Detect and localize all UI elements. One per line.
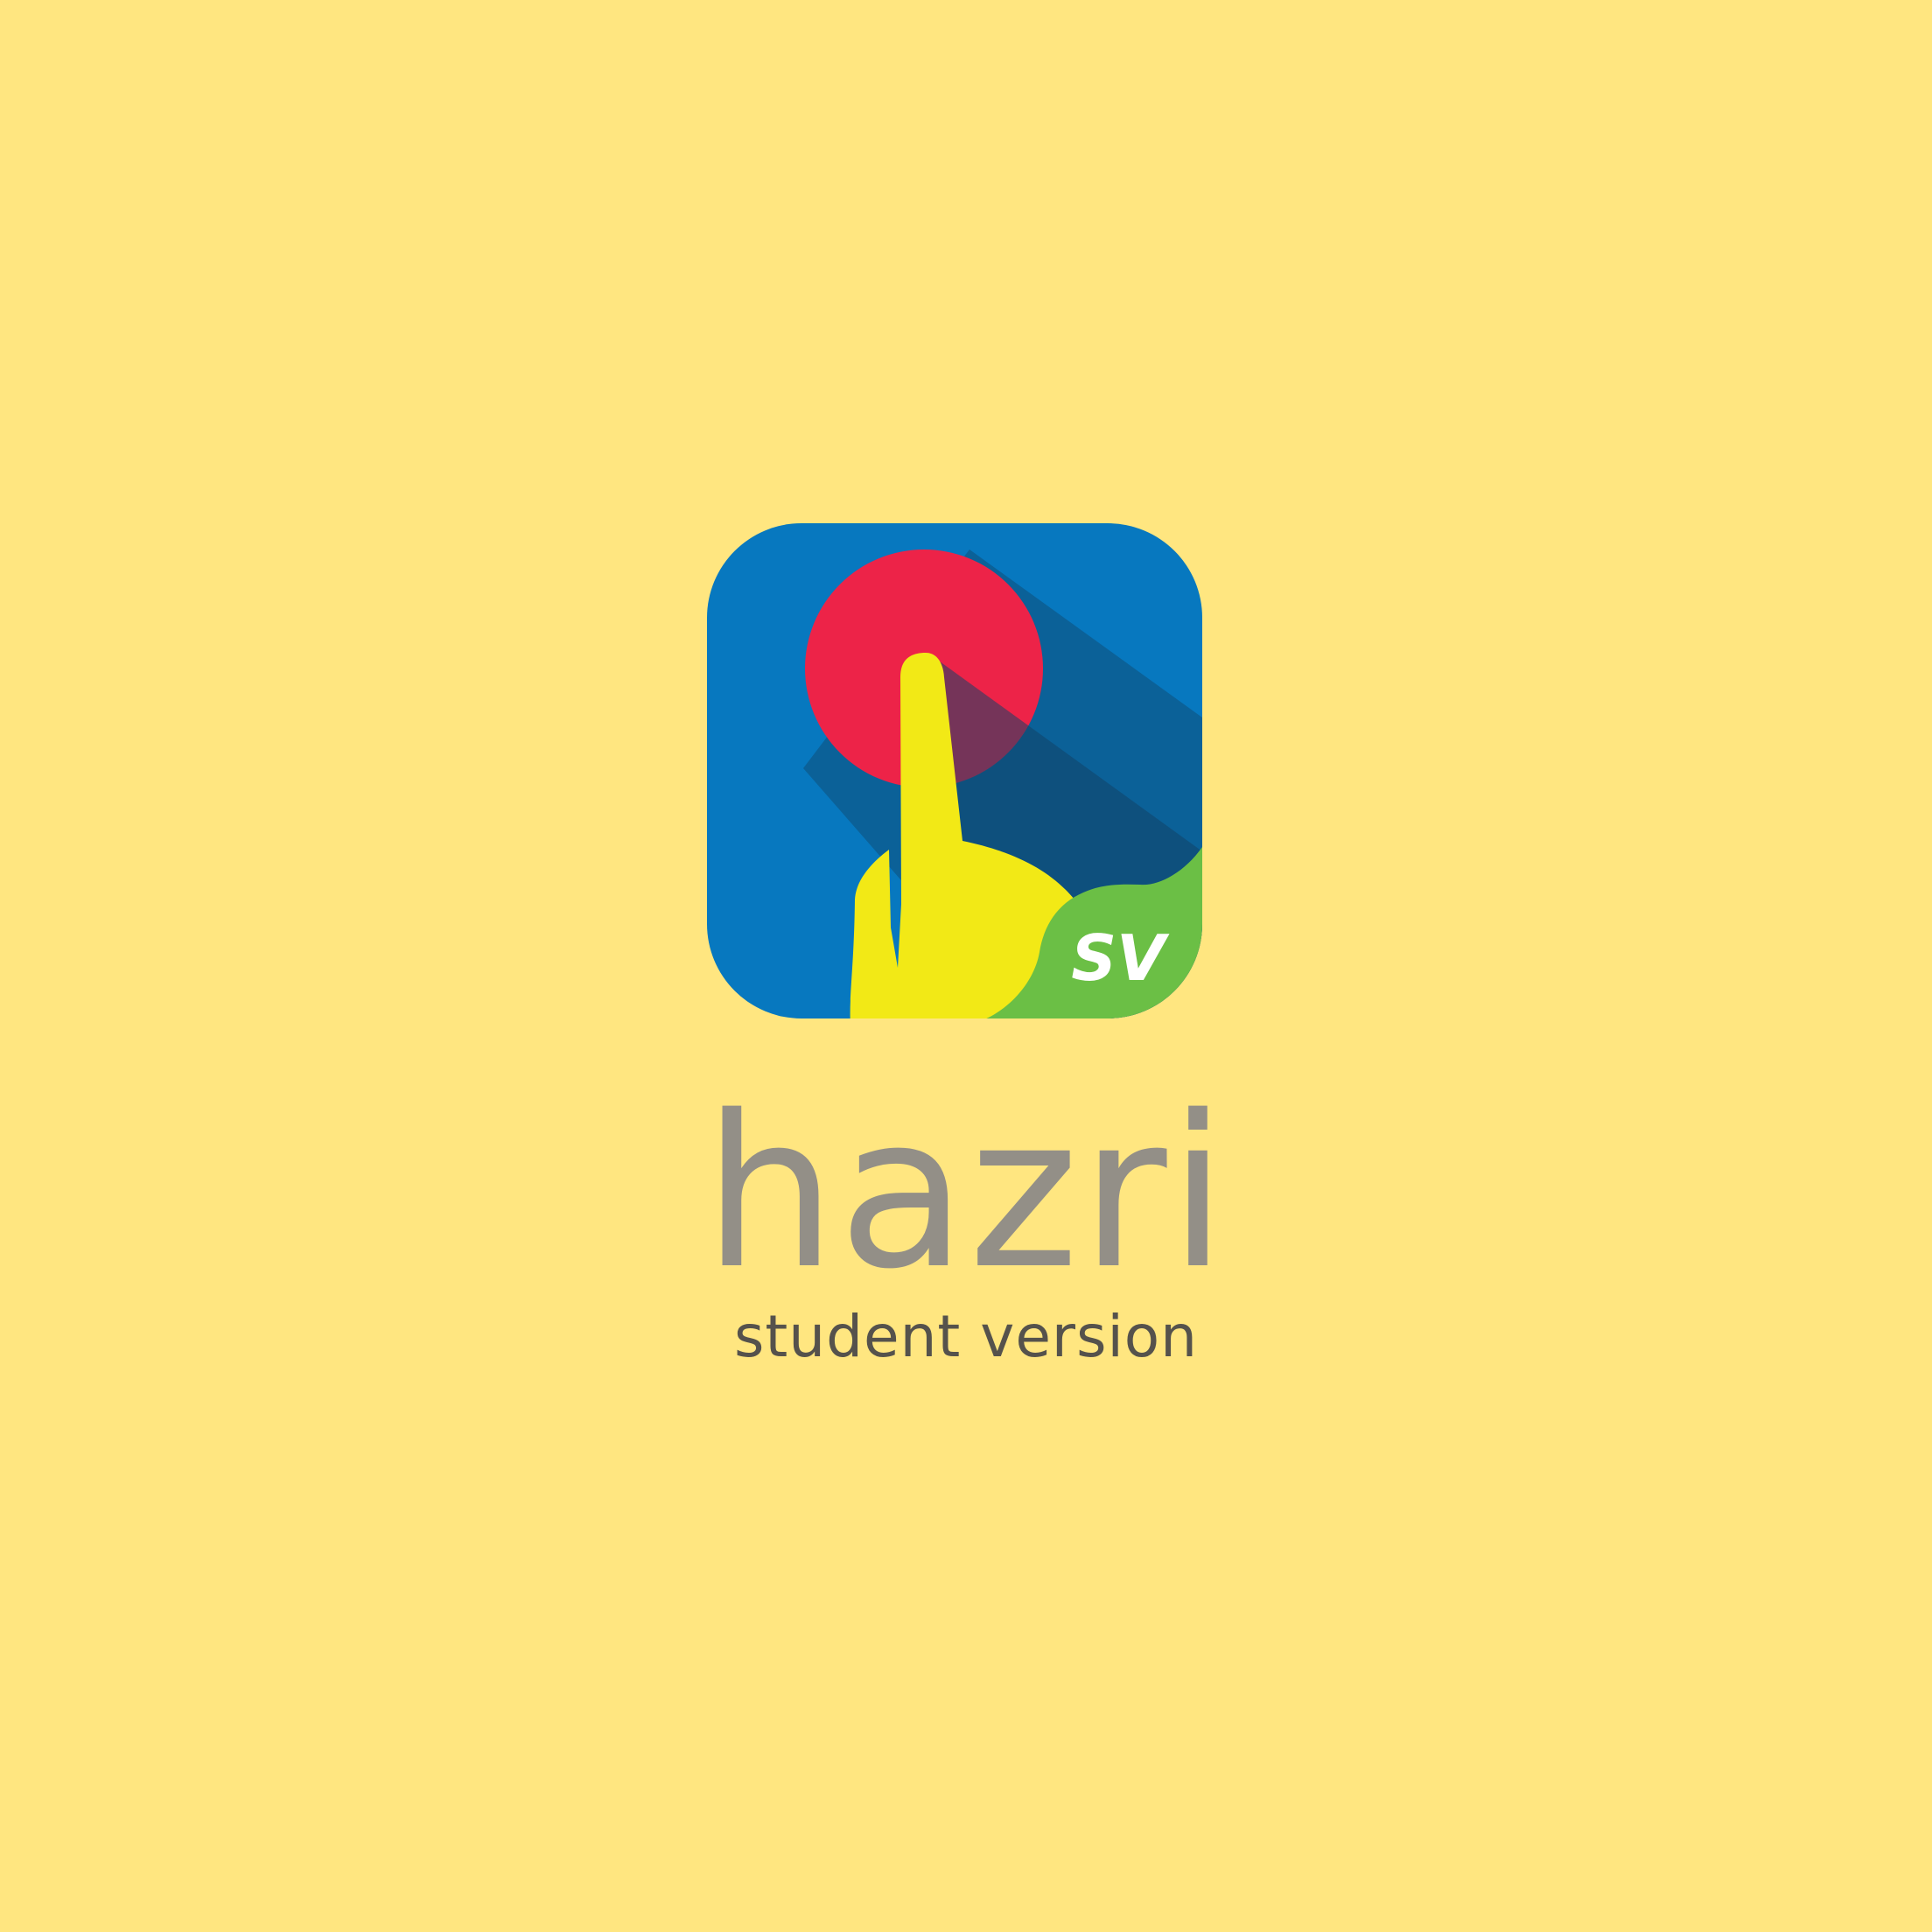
app-tagline: student version <box>733 1303 1198 1370</box>
app-name: hazri <box>703 1070 1229 1315</box>
badge-text-sv: SV <box>1071 921 1170 995</box>
app-logo-icon: SV <box>707 523 1202 1018</box>
splash-screen: SV hazri student version <box>0 0 1932 1932</box>
